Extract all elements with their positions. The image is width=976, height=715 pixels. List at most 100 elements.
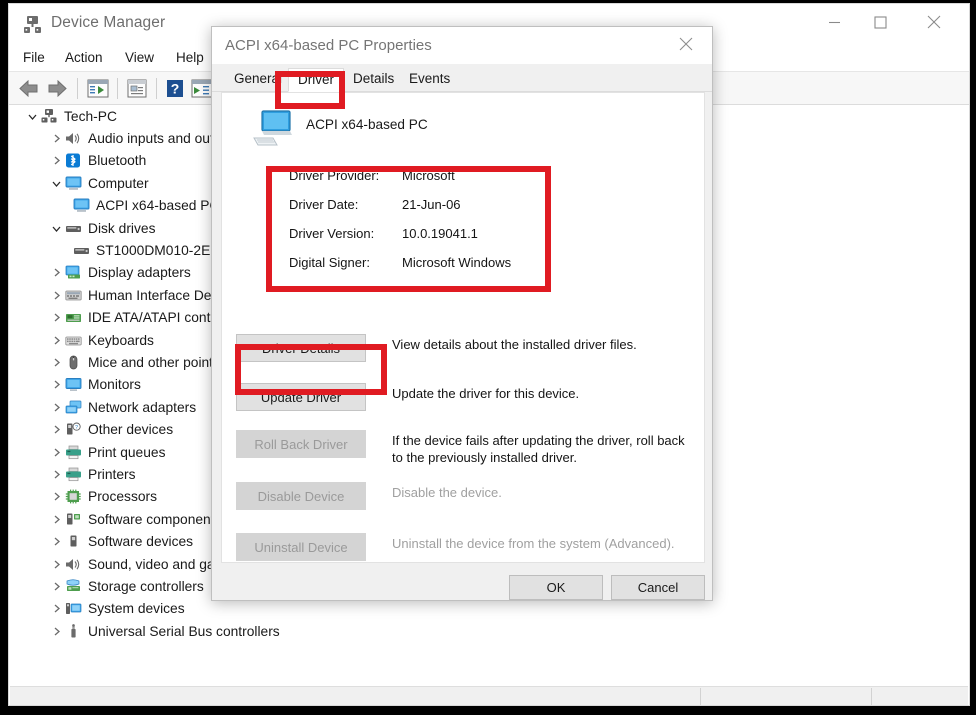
device-manager-icon [23,15,42,34]
dialog-title: ACPI x64-based PC Properties [225,37,432,54]
update-driver-description: Update the driver for this device. [392,386,580,401]
chevron-right-icon[interactable] [48,515,64,524]
properties-icon[interactable] [126,78,148,104]
chevron-right-icon[interactable] [48,470,64,479]
driver-details-button[interactable]: Driver Details [236,334,366,362]
tree-item-label: Software components [88,511,222,527]
show-hidden-icon[interactable] [87,78,109,104]
menu-item-action[interactable]: Action [61,48,107,67]
driver-date-value: 21-Jun-06 [402,197,461,212]
chevron-down-icon[interactable] [48,179,64,188]
tree-item-label: Computer [88,175,149,191]
status-bar-divider [700,688,701,705]
tree-item-label: Network adapters [88,399,197,415]
tree-item-label: Software devices [88,534,194,550]
chevron-right-icon[interactable] [48,604,64,613]
disk-icon [64,220,82,236]
monitor-icon [72,198,90,214]
chevron-right-icon[interactable] [48,291,64,300]
chevron-right-icon[interactable] [48,156,64,165]
chevron-right-icon[interactable] [48,336,64,345]
tree-item-universal-serial-bus-controllers[interactable]: Universal Serial Bus controllers [10,620,968,642]
tab-driver[interactable]: Driver [288,68,344,92]
menu-item-file[interactable]: File [19,48,49,67]
tree-item-label: Monitors [88,377,141,393]
chevron-right-icon[interactable] [48,403,64,412]
driver-version-value: 10.0.19041.1 [402,226,478,241]
tab-general[interactable]: General [225,68,291,92]
roll-back-driver-button: Roll Back Driver [236,430,366,458]
window-title: Device Manager [51,14,166,31]
device-name: ACPI x64-based PC [306,117,428,132]
chevron-right-icon[interactable] [48,560,64,569]
driver-info-row: Driver Version: 10.0.19041.1 [289,219,569,248]
close-icon[interactable] [664,27,708,61]
chevron-down-icon[interactable] [24,112,40,121]
ide-controller-icon [64,310,82,326]
chevron-right-icon[interactable] [48,358,64,367]
tab-details[interactable]: Details [344,68,403,92]
scan-hardware-icon[interactable] [191,78,213,104]
driver-date-label: Driver Date: [289,197,359,212]
dialog-tabs: General Driver Details Events [212,64,712,92]
storage-controller-icon [64,578,82,594]
dialog-titlebar: ACPI x64-based PC Properties [212,27,712,64]
software-component-icon [64,511,82,527]
driver-info-row: Digital Signer: Microsoft Windows [289,248,569,277]
tree-item-label: Bluetooth [88,153,147,169]
menu-item-help[interactable]: Help [172,48,208,67]
chevron-down-icon[interactable] [48,224,64,233]
svg-text:?: ? [171,81,180,97]
speaker-icon [64,131,82,147]
tree-item-label: Display adapters [88,265,191,281]
forward-arrow-icon[interactable] [45,78,69,104]
properties-dialog: ACPI x64-based PC Properties General Dri… [211,26,713,601]
close-icon[interactable] [911,4,957,40]
ok-button[interactable]: OK [509,575,603,600]
tree-item-label: Tech-PC [64,108,117,124]
update-driver-button[interactable]: Update Driver [236,383,366,411]
computer-device-icon [253,110,295,148]
screenshot-root: Device Manager File Action View Help ? T… [0,0,976,715]
printer-icon [64,444,82,460]
tree-item-label: Storage controllers [88,578,204,594]
chevron-right-icon[interactable] [48,537,64,546]
tree-item-label: Universal Serial Bus controllers [88,623,280,639]
speaker-icon [64,556,82,572]
back-arrow-icon[interactable] [17,78,41,104]
status-bar-divider [871,688,872,705]
tree-item-label: Other devices [88,422,174,438]
driver-details-description: View details about the installed driver … [392,337,637,352]
monitor-icon [64,377,82,393]
tree-item-label: ACPI x64-based PC [96,198,220,214]
software-device-icon [64,534,82,550]
svg-text:?: ? [75,425,78,431]
chevron-right-icon[interactable] [48,268,64,277]
tree-item-label: Print queues [88,444,166,460]
chevron-right-icon[interactable] [48,380,64,389]
toolbar-separator [77,78,78,99]
chevron-right-icon[interactable] [48,492,64,501]
chevron-right-icon[interactable] [48,313,64,322]
tab-events[interactable]: Events [400,68,459,92]
mouse-icon [64,354,82,370]
help-icon[interactable]: ? [165,78,185,104]
chevron-right-icon[interactable] [48,448,64,457]
maximize-button[interactable] [857,4,903,40]
computer-root-icon [40,108,58,124]
minimize-button[interactable] [811,4,857,40]
disable-device-description: Disable the device. [392,485,502,500]
driver-info-block: Driver Provider: Microsoft Driver Date: … [289,161,569,277]
menu-item-view[interactable]: View [121,48,158,67]
tree-item-label: System devices [88,601,185,617]
hid-icon [64,287,82,303]
toolbar-separator [156,78,157,99]
printer-icon [64,466,82,482]
chevron-right-icon[interactable] [48,627,64,636]
chevron-right-icon[interactable] [48,582,64,591]
toolbar-separator [117,78,118,99]
cancel-button[interactable]: Cancel [611,575,705,600]
chevron-right-icon[interactable] [48,134,64,143]
disable-device-button: Disable Device [236,482,366,510]
chevron-right-icon[interactable] [48,425,64,434]
